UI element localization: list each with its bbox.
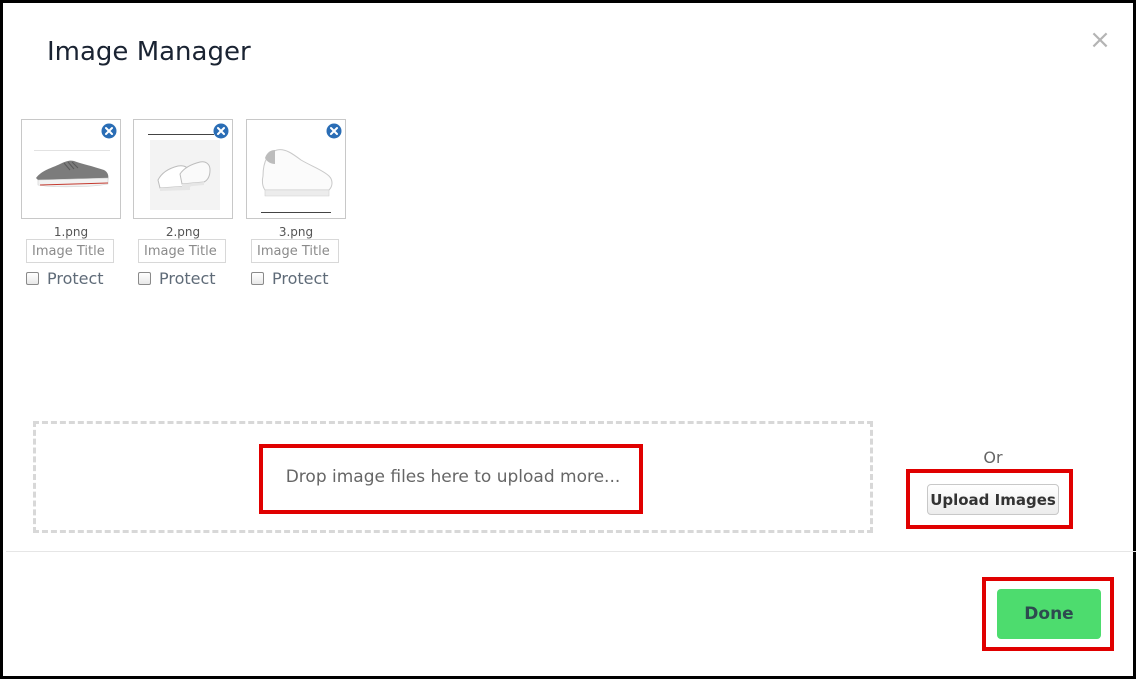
highlight-box [906, 469, 1073, 529]
gray-sneaker-image [34, 150, 110, 188]
protect-checkbox[interactable] [26, 272, 39, 285]
protect-checkbox[interactable] [251, 272, 264, 285]
protect-label: Protect [47, 269, 104, 288]
image-title-input[interactable] [26, 239, 114, 263]
protect-option[interactable]: Protect [251, 269, 329, 288]
image-thumbnail[interactable] [246, 119, 346, 219]
protect-option[interactable]: Protect [26, 269, 104, 288]
image-manager-dialog: Image Manager × 1.png Protect [0, 0, 1136, 679]
image-filename: 3.png [278, 225, 314, 239]
dialog-title: Image Manager [47, 37, 251, 67]
protect-label: Protect [272, 269, 329, 288]
remove-image-icon[interactable] [326, 123, 342, 139]
remove-image-icon[interactable] [213, 123, 229, 139]
white-sneaker-image [261, 149, 333, 213]
image-filename: 1.png [53, 225, 89, 239]
image-card: 1.png Protect [21, 119, 121, 288]
image-thumbnail[interactable] [21, 119, 121, 219]
remove-image-icon[interactable] [101, 123, 117, 139]
close-icon[interactable]: × [1089, 27, 1111, 53]
protect-option[interactable]: Protect [138, 269, 216, 288]
image-title-input[interactable] [138, 239, 226, 263]
or-label: Or [983, 448, 1003, 467]
white-sneakers-pair-image [148, 134, 220, 210]
image-card: 3.png Protect [246, 119, 346, 288]
highlight-box [259, 444, 643, 514]
image-title-input[interactable] [251, 239, 339, 263]
footer-divider [6, 551, 1136, 552]
image-card: 2.png Protect [133, 119, 233, 288]
highlight-box [982, 577, 1114, 651]
image-thumbnail[interactable] [133, 119, 233, 219]
protect-checkbox[interactable] [138, 272, 151, 285]
image-filename: 2.png [165, 225, 201, 239]
protect-label: Protect [159, 269, 216, 288]
